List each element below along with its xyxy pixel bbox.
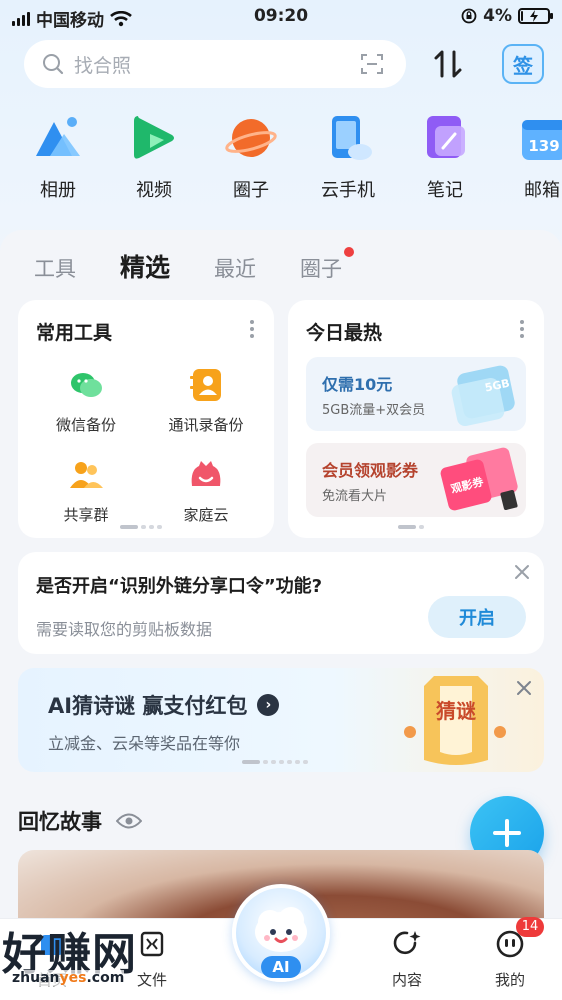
promo-movie-coupon[interactable]: 会员领观影券 免流看大片 观影券 <box>306 443 526 517</box>
riddle-lantern-illustration: 猜谜 <box>404 676 506 765</box>
tab-circle[interactable]: 圈子 <box>300 247 355 283</box>
clipboard-notice-card: 是否开启“识别外链分享口令”功能? 需要读取您的剪贴板数据 开启 <box>18 552 544 654</box>
shortcut-notes[interactable]: 笔记 <box>405 112 485 202</box>
shortcut-mail[interactable]: 139 邮箱 <box>502 112 562 202</box>
common-tools-card: 常用工具 微信备份 通讯录备份 共享群 家庭云 <box>18 300 274 538</box>
photo-album-icon <box>32 112 84 164</box>
sign-in-button[interactable]: 签 <box>502 44 544 84</box>
close-icon[interactable] <box>514 564 530 580</box>
tool-wechat-backup[interactable]: 微信备份 <box>26 366 146 435</box>
rotation-lock-icon <box>461 8 477 24</box>
tab-tools[interactable]: 工具 <box>34 253 76 283</box>
notice-subtitle: 需要读取您的剪贴板数据 <box>36 620 213 639</box>
promo-data-plan[interactable]: 仅需10元 5GB流量+双会员 5GB <box>306 357 526 431</box>
ai-label: AI <box>261 956 301 978</box>
shortcut-row: 相册 视频 圈子 云手机 笔记 139 邮箱 <box>0 112 562 212</box>
battery-icon <box>518 8 553 24</box>
group-icon <box>67 456 105 494</box>
shortcut-album[interactable]: 相册 <box>18 112 98 202</box>
nav-content[interactable]: 内容 <box>367 929 447 990</box>
status-bar: 中国移动 09:20 4% <box>0 0 562 34</box>
page-indicator <box>120 525 162 529</box>
today-hot-title: 今日最热 <box>306 322 383 344</box>
tab-recent[interactable]: 最近 <box>214 253 256 283</box>
video-play-icon <box>128 112 180 164</box>
site-watermark: 好赚网 zhuanyes.com <box>2 918 192 998</box>
mail-calendar-icon: 139 <box>516 112 562 164</box>
banner-title: AI猜诗谜 赢支付红包 <box>48 694 248 718</box>
sort-transfer-icon[interactable] <box>432 48 466 80</box>
enable-button[interactable]: 开启 <box>428 596 526 638</box>
more-options-icon[interactable] <box>520 320 524 341</box>
family-cloud-icon <box>187 456 225 494</box>
more-options-icon[interactable] <box>250 320 254 341</box>
unread-dot <box>344 247 355 257</box>
memories-section: 回忆故事 <box>18 806 142 836</box>
content-sparkle-icon <box>393 931 421 955</box>
movie-ticket-illustration: 观影券 <box>440 447 518 511</box>
contacts-icon <box>187 366 225 404</box>
tool-contacts-backup[interactable]: 通讯录备份 <box>146 366 266 435</box>
notice-title: 是否开启“识别外链分享口令”功能? <box>36 576 323 597</box>
notification-badge: 14 <box>516 917 544 937</box>
notes-icon <box>419 112 471 164</box>
search-icon <box>43 54 64 75</box>
ai-assistant-button[interactable]: AI <box>232 884 330 992</box>
eye-icon[interactable] <box>116 812 142 830</box>
shortcut-circle[interactable]: 圈子 <box>211 112 291 202</box>
ai-riddle-banner[interactable]: AI猜诗谜 赢支付红包 › 立减金、云朵等奖品在等你 猜谜 <box>18 668 544 772</box>
battery-percent: 4% <box>483 6 512 26</box>
search-bar[interactable]: 找合照 <box>24 40 406 88</box>
mail-badge-number: 139 <box>528 137 559 155</box>
category-tabs: 工具 精选 最近 圈子 <box>34 247 386 288</box>
planet-icon <box>225 112 277 164</box>
page-indicator <box>398 525 424 529</box>
tab-circle-label: 圈子 <box>300 257 343 281</box>
shortcut-cloud-phone[interactable]: 云手机 <box>308 112 388 202</box>
nav-mine[interactable]: 我的 14 <box>470 917 550 990</box>
watermark-url: zhuanyes.com <box>12 970 125 986</box>
banner-subtitle: 立减金、云朵等奖品在等你 <box>48 734 241 753</box>
shortcut-video[interactable]: 视频 <box>114 112 194 202</box>
common-tools-title: 常用工具 <box>36 322 113 344</box>
close-icon[interactable] <box>516 680 532 696</box>
scan-icon[interactable] <box>360 52 384 76</box>
plus-icon <box>493 819 521 847</box>
memories-title: 回忆故事 <box>18 810 102 834</box>
chevron-right-icon: › <box>257 694 280 716</box>
tool-family-cloud[interactable]: 家庭云 <box>146 456 266 525</box>
wechat-icon <box>67 366 105 404</box>
riddle-text: 猜谜 <box>435 699 476 723</box>
tool-shared-group[interactable]: 共享群 <box>26 456 146 525</box>
search-placeholder: 找合照 <box>74 54 132 77</box>
data-card-illustration: 5GB <box>451 365 515 427</box>
today-hot-card: 今日最热 仅需10元 5GB流量+双会员 5GB 会员领观影券 免流看大片 观影… <box>288 300 544 538</box>
cloud-phone-icon <box>322 112 374 164</box>
page-indicator <box>242 760 308 764</box>
tab-featured[interactable]: 精选 <box>120 248 170 284</box>
